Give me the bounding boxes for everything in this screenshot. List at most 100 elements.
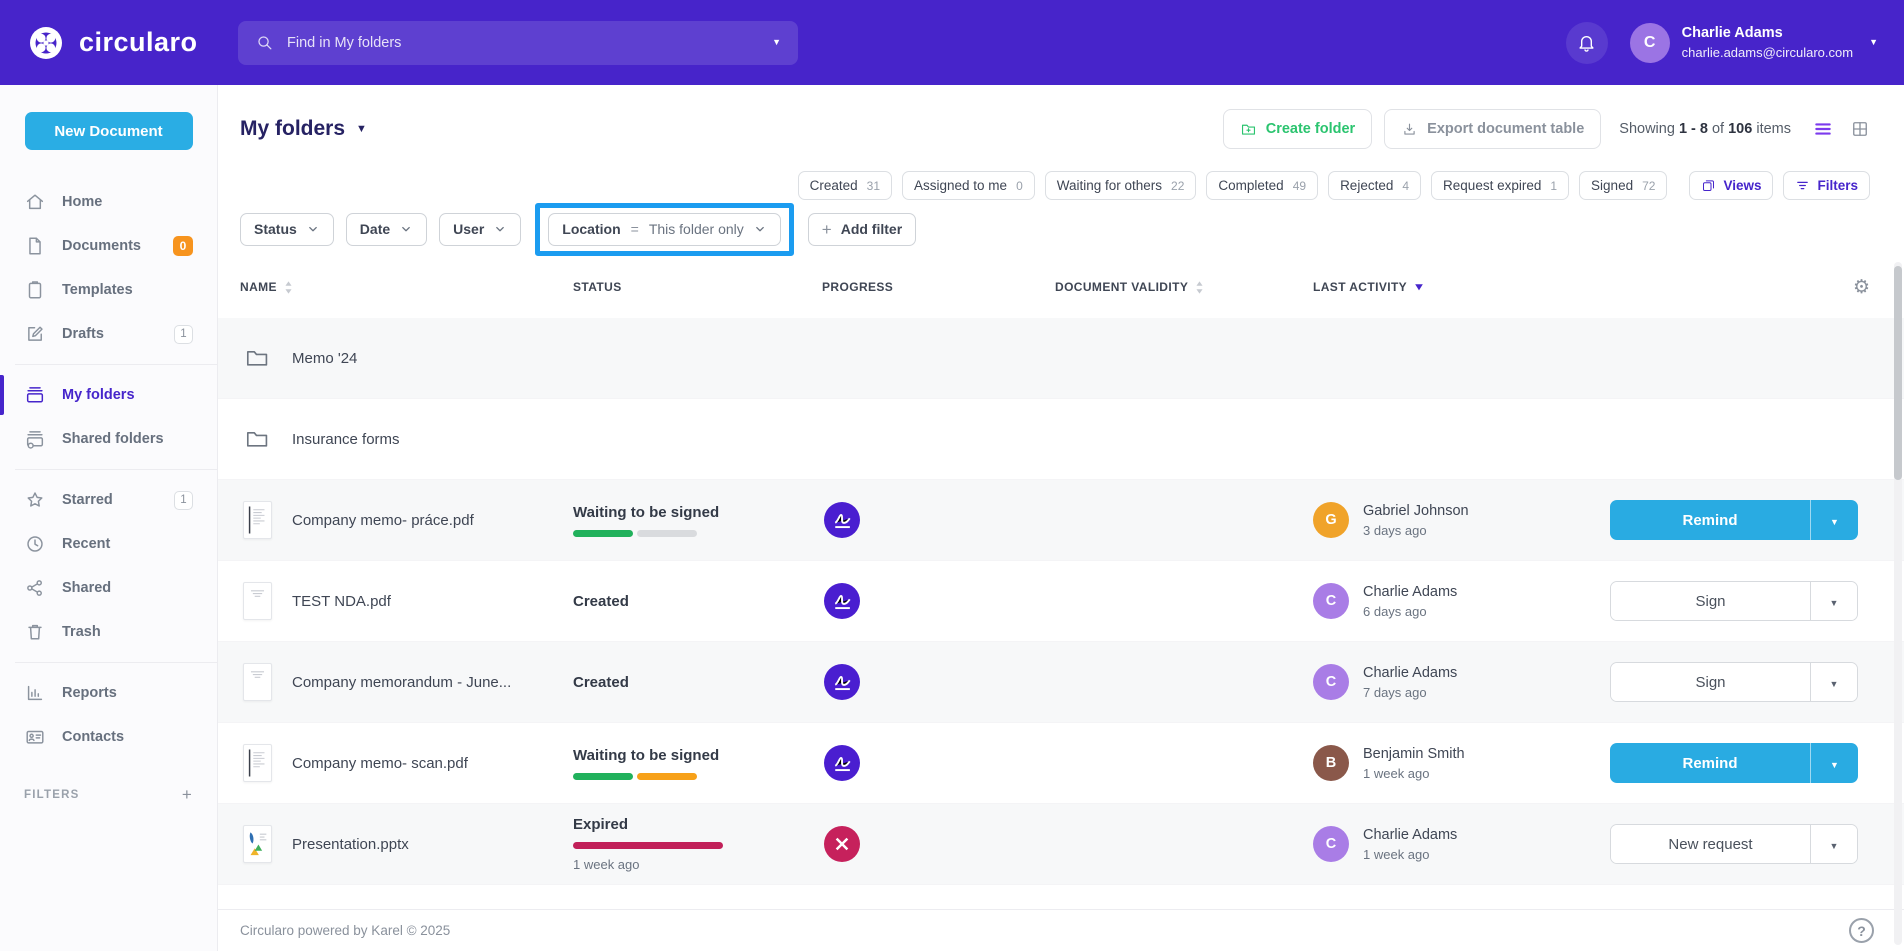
folder-icon <box>244 426 270 452</box>
new-request-button[interactable]: New request <box>1611 825 1810 863</box>
edit-icon <box>24 323 46 345</box>
status-subtext: 1 week ago <box>573 857 822 872</box>
user-filter-dropdown[interactable]: User <box>439 213 521 246</box>
table-row-company-memorandum-june[interactable]: Company memorandum - June... Created C C… <box>218 642 1904 723</box>
progress-bar <box>573 773 822 780</box>
avatar: C <box>1630 23 1670 63</box>
toolbar: My folders ▼ Create folder Export docume… <box>240 109 1870 149</box>
column-header-progress: PROGRESS <box>822 280 1055 294</box>
action-dropdown-button[interactable]: ▼ <box>1810 582 1857 620</box>
remind-button[interactable]: Remind <box>1610 743 1810 783</box>
sign-button[interactable]: Sign <box>1611 663 1810 701</box>
table-row-company-memo-pr-ce-pdf[interactable]: Company memo- práce.pdf Waiting to be si… <box>218 480 1904 561</box>
views-button[interactable]: Views <box>1689 171 1773 200</box>
sidebar-item-drafts[interactable]: Drafts 1 <box>0 312 217 356</box>
filters-button[interactable]: Filters <box>1783 171 1870 200</box>
sidebar-item-home[interactable]: Home <box>0 180 217 224</box>
list-view-icon[interactable] <box>1813 119 1833 139</box>
filter-chip-completed[interactable]: Completed 49 <box>1206 171 1318 200</box>
filter-chip-signed[interactable]: Signed 72 <box>1579 171 1667 200</box>
filter-chip-waiting-for-others[interactable]: Waiting for others 22 <box>1045 171 1197 200</box>
column-header-document-validity[interactable]: DOCUMENT VALIDITY <box>1055 280 1313 295</box>
signature-icon <box>824 664 860 700</box>
account-menu[interactable]: C Charlie Adams charlie.adams@circularo.… <box>1630 23 1878 63</box>
table-row-test-nda-pdf[interactable]: TEST NDA.pdf Created C Charlie Adams 6 d… <box>218 561 1904 642</box>
progress-segment <box>573 842 723 849</box>
grid-view-icon[interactable] <box>1850 119 1870 139</box>
sign-button[interactable]: Sign <box>1611 582 1810 620</box>
sidebar-item-shared-folders[interactable]: Shared folders <box>0 417 217 461</box>
progress-segment <box>637 530 697 537</box>
actor-name: Charlie Adams <box>1363 584 1457 600</box>
avatar: B <box>1313 745 1349 781</box>
sidebar-item-starred[interactable]: Starred 1 <box>0 478 217 522</box>
chevron-down-icon <box>753 222 767 236</box>
sidebar-badge: 1 <box>174 325 193 344</box>
action-button-group: Sign ▼ <box>1610 581 1858 621</box>
export-document-table-button[interactable]: Export document table <box>1384 109 1601 149</box>
sidebar-item-documents[interactable]: Documents 0 <box>0 224 217 268</box>
add-filter-button[interactable]: + Add filter <box>808 213 916 246</box>
action-button-group: Remind ▼ <box>1610 743 1858 783</box>
bell-icon <box>1576 32 1597 53</box>
filter-chip-created[interactable]: Created 31 <box>798 171 892 200</box>
search-placeholder: Find in My folders <box>287 35 759 51</box>
action-button-group: Sign ▼ <box>1610 662 1858 702</box>
document-thumbnail <box>243 582 272 620</box>
help-button[interactable]: ? <box>1849 918 1874 943</box>
table-row-memo-24[interactable]: Memo '24 <box>218 318 1904 399</box>
sidebar-item-shared[interactable]: Shared <box>0 566 217 610</box>
sidebar-item-reports[interactable]: Reports <box>0 671 217 715</box>
column-header-name[interactable]: NAME <box>240 280 573 295</box>
action-dropdown-button[interactable]: ▼ <box>1810 663 1857 701</box>
user-email: charlie.adams@circularo.com <box>1682 44 1853 62</box>
new-document-button[interactable]: New Document <box>25 112 193 150</box>
sidebar-item-contacts[interactable]: Contacts <box>0 715 217 759</box>
chevron-down-icon <box>306 222 320 236</box>
chip-count: 22 <box>1171 179 1184 193</box>
sidebar-filters-section: FILTERS + <box>0 785 217 805</box>
filter-chip-assigned-to-me[interactable]: Assigned to me 0 <box>902 171 1035 200</box>
table-row-presentation-pptx[interactable]: Presentation.pptx Expired 1 week ago C C… <box>218 804 1904 885</box>
notifications-button[interactable] <box>1566 22 1608 64</box>
document-thumbnail <box>243 501 272 539</box>
title-dropdown-caret-icon[interactable]: ▼ <box>356 124 367 135</box>
filter-chip-request-expired[interactable]: Request expired 1 <box>1431 171 1569 200</box>
table-row-insurance-forms[interactable]: Insurance forms <box>218 399 1904 480</box>
report-icon <box>24 682 46 704</box>
table-body: Memo '24 Insurance forms <box>218 318 1904 885</box>
chip-count: 1 <box>1550 179 1557 193</box>
table-row-company-memo-scan-pdf[interactable]: Company memo- scan.pdf Waiting to be sig… <box>218 723 1904 804</box>
page-title[interactable]: My folders ▼ <box>240 117 367 141</box>
action-dropdown-button[interactable]: ▼ <box>1810 825 1857 863</box>
activity-time: 1 week ago <box>1363 847 1457 862</box>
global-search-input[interactable]: Find in My folders ▼ <box>238 21 798 65</box>
action-dropdown-button[interactable]: ▼ <box>1810 743 1858 783</box>
brand[interactable]: circularo <box>26 23 238 63</box>
showing-count: Showing 1 - 8 of 106 items <box>1619 121 1791 137</box>
filter-chip-rejected[interactable]: Rejected 4 <box>1328 171 1421 200</box>
remind-button[interactable]: Remind <box>1610 500 1810 540</box>
location-filter-dropdown[interactable]: Location = This folder only <box>548 213 780 246</box>
sidebar-item-my-folders[interactable]: My folders <box>0 373 217 417</box>
action-dropdown-button[interactable]: ▼ <box>1810 500 1858 540</box>
vertical-scrollbar-thumb[interactable] <box>1894 266 1902 480</box>
user-name: Charlie Adams <box>1682 24 1853 44</box>
add-saved-filter-button[interactable]: + <box>182 785 193 805</box>
search-scope-caret-icon[interactable]: ▼ <box>772 38 781 47</box>
sidebar-item-templates[interactable]: Templates <box>0 268 217 312</box>
trash-icon <box>24 621 46 643</box>
chevron-down-icon <box>399 222 413 236</box>
status-filter-dropdown[interactable]: Status <box>240 213 334 246</box>
sidebar-item-recent[interactable]: Recent <box>0 522 217 566</box>
create-folder-button[interactable]: Create folder <box>1223 109 1372 149</box>
status-text: Waiting to be signed <box>573 747 822 764</box>
status-chips-row: Created 31 Assigned to me 0 Waiting for … <box>240 171 1870 200</box>
table-settings-gear-icon[interactable]: ⚙ <box>1853 278 1870 297</box>
column-header-last-activity[interactable]: LAST ACTIVITY <box>1313 280 1610 294</box>
activity-time: 7 days ago <box>1363 685 1457 700</box>
status-text: Created <box>573 593 822 610</box>
sidebar-item-trash[interactable]: Trash <box>0 610 217 654</box>
date-filter-dropdown[interactable]: Date <box>346 213 427 246</box>
myfolders-icon <box>24 384 46 406</box>
